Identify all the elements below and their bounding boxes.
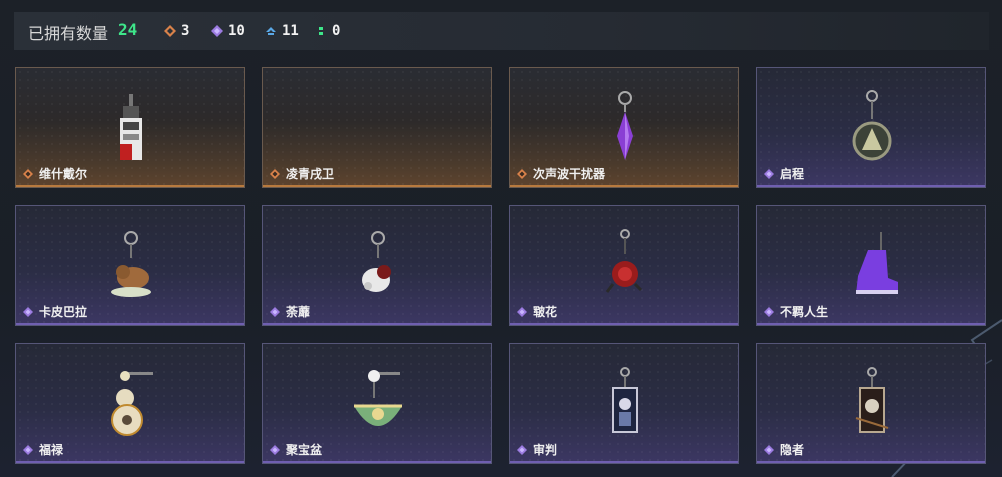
orange-rarity-icon (164, 25, 176, 37)
charm-name: 卡皮巴拉 (39, 305, 88, 319)
hermit-card-charm-icon (855, 367, 889, 433)
orange-count: 3 (181, 23, 190, 39)
orange-rarity-icon (517, 168, 527, 179)
charm-card[interactable]: 聚宝盆 (262, 343, 492, 464)
charm-card[interactable]: 荼蘼 (262, 205, 492, 326)
charm-name: 次声波干扰器 (533, 167, 606, 181)
green-rarity-icon (319, 27, 323, 35)
blue-count-stat: 11 (265, 21, 299, 41)
purple-rarity-icon (270, 444, 280, 455)
charm-name: 启程 (780, 167, 805, 181)
owned-count-bar: 已拥有数量 24 3 10 11 0 (14, 12, 989, 50)
charm-card[interactable]: 启程 (756, 67, 986, 188)
charm-name: 维什戴尔 (39, 167, 88, 181)
charm-card[interactable]: 次声波干扰器 (509, 67, 739, 188)
tag-charm-icon (120, 94, 142, 160)
purple-rarity-icon (270, 306, 280, 317)
owned-count-title: 已拥有数量 (28, 24, 109, 43)
charm-name: 聚宝盆 (286, 443, 323, 457)
charm-card[interactable]: 卡皮巴拉 (15, 205, 245, 326)
charm-card[interactable]: 福禄 (15, 343, 245, 464)
green-count-stat: 0 (315, 21, 340, 41)
purple-rarity-icon (517, 444, 527, 455)
charm-name: 福禄 (39, 443, 64, 457)
charm-card[interactable]: 不羁人生 (756, 205, 986, 326)
charm-name: 隐者 (780, 443, 805, 457)
charm-name: 不羁人生 (780, 305, 829, 319)
purple-rarity-icon (211, 25, 223, 37)
orange-rarity-icon (23, 168, 33, 179)
charm-card[interactable]: 凌青戌卫 (262, 67, 492, 188)
judgement-card-charm-icon (612, 367, 638, 433)
blue-rarity-icon (266, 27, 276, 35)
charm-name: 荼蘼 (286, 305, 311, 319)
purple-rarity-icon (23, 444, 33, 455)
capybara-charm-icon (111, 231, 151, 297)
red-rose-charm-icon (605, 229, 643, 293)
owned-total-count: 24 (118, 20, 138, 39)
orange-rarity-icon (270, 168, 280, 179)
purple-rarity-icon (23, 306, 33, 317)
round-emblem-charm-icon (852, 90, 892, 161)
green-count: 0 (332, 23, 341, 39)
purple-rarity-icon (764, 168, 774, 179)
charm-name: 凌青戌卫 (286, 167, 335, 181)
flower-figure-charm-icon (362, 231, 391, 292)
purple-rarity-icon (764, 444, 774, 455)
charm-card[interactable]: 维什戴尔 (15, 67, 245, 188)
purple-count: 10 (228, 23, 245, 39)
charm-card[interactable]: 审判 (509, 343, 739, 464)
charm-name: 审判 (533, 443, 558, 457)
charm-card[interactable]: 皲花 (509, 205, 739, 326)
sneaker-charm-icon (856, 232, 898, 294)
charm-card[interactable]: 隐者 (756, 343, 986, 464)
blue-count: 11 (282, 23, 299, 39)
purple-rarity-icon (517, 306, 527, 317)
treasure-bowl-charm-icon (354, 370, 402, 426)
gourd-charm-icon (111, 371, 153, 436)
purple-rarity-icon (764, 306, 774, 317)
orange-count-stat: 3 (164, 21, 189, 41)
crystal-charm-icon (617, 91, 633, 160)
charm-name: 皲花 (533, 305, 558, 319)
purple-count-stat: 10 (211, 21, 245, 41)
